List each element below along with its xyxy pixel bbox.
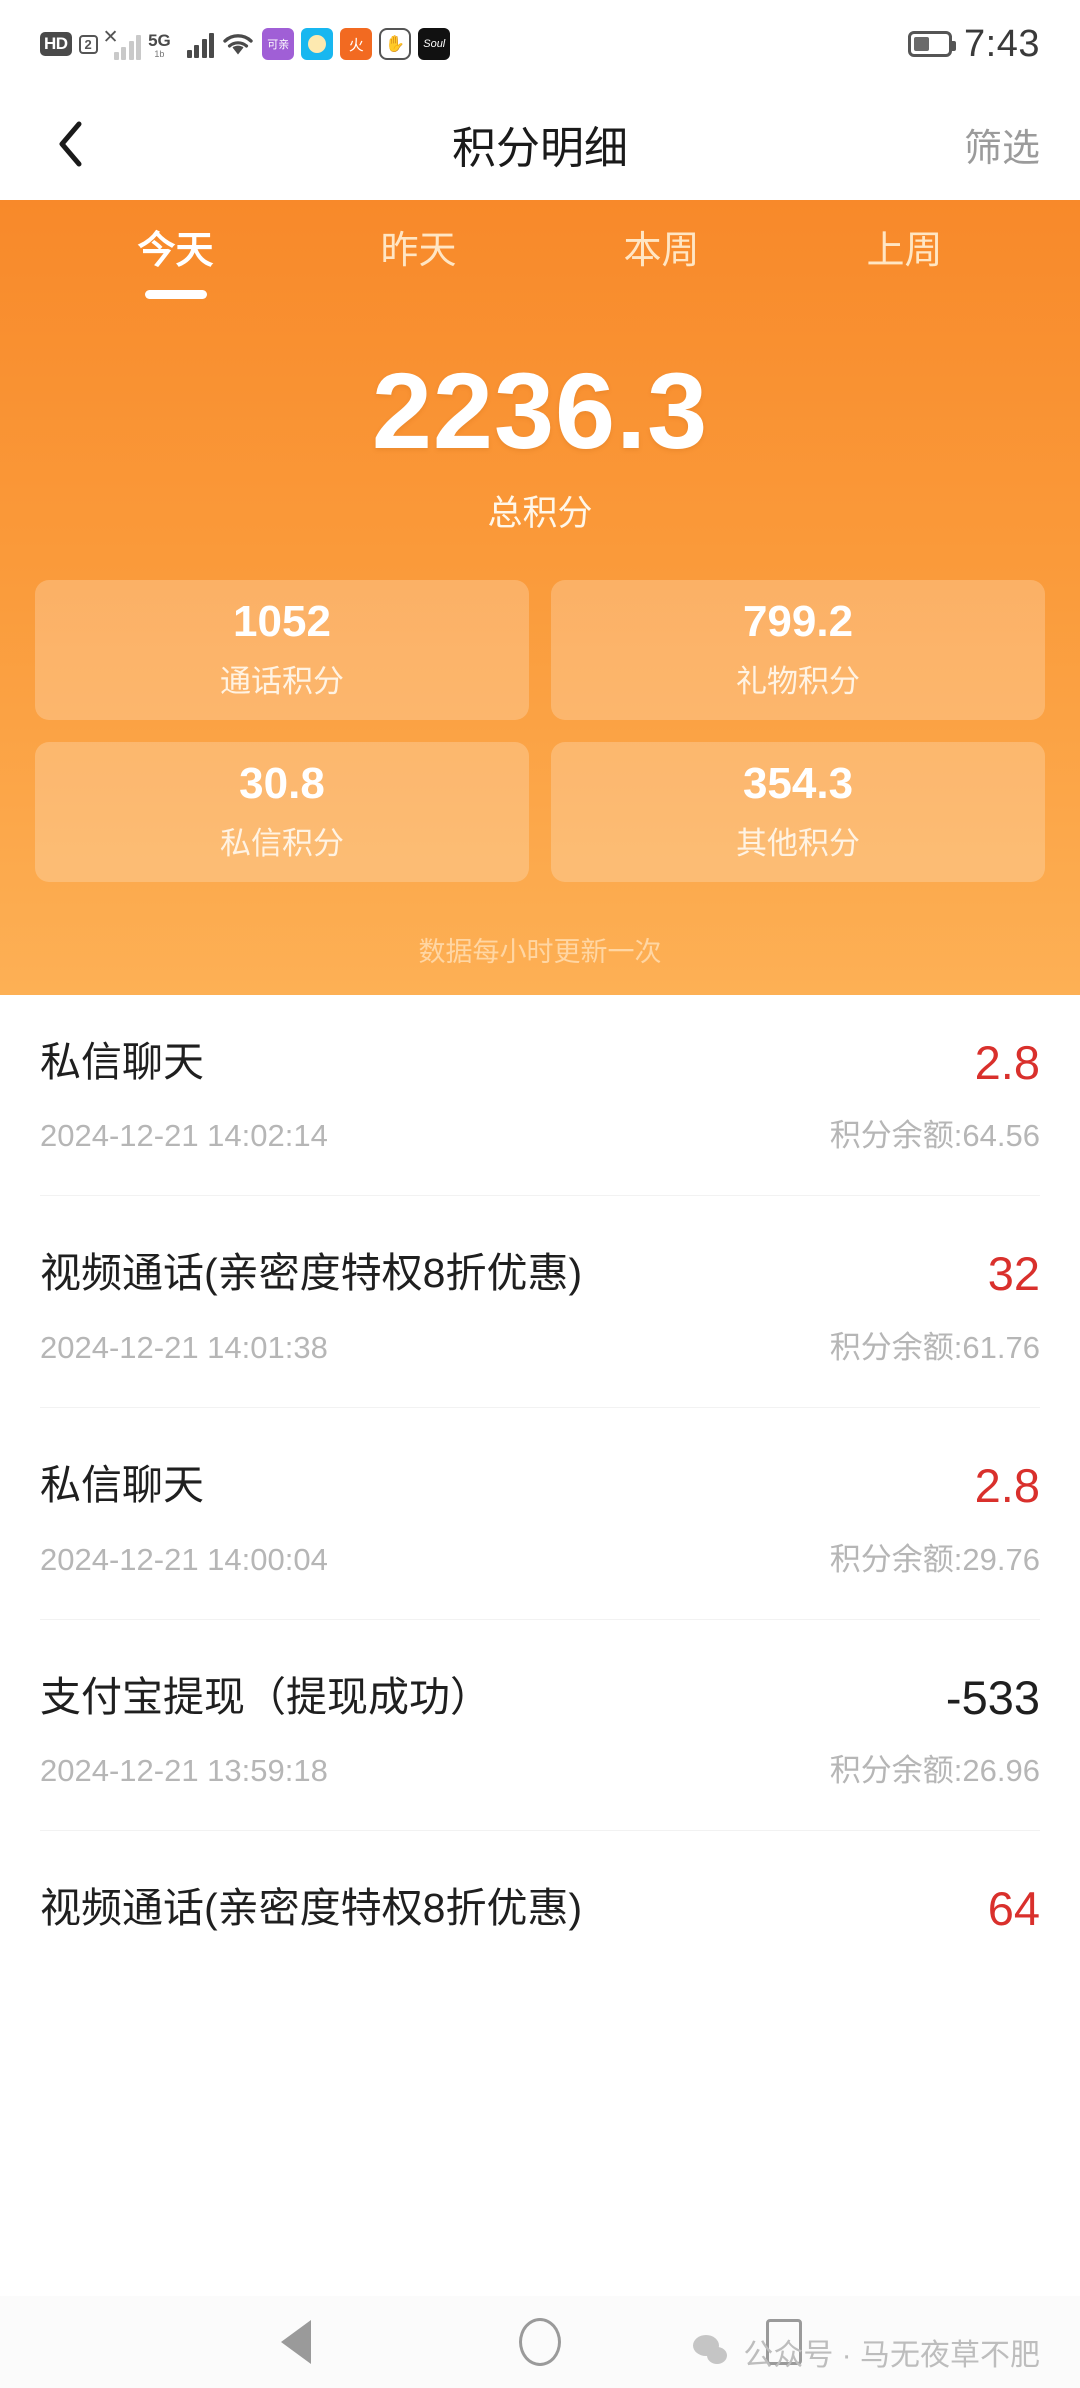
tab-last-week-label: 上周 (866, 230, 943, 272)
update-frequency-note: 数据每小时更新一次 (418, 936, 662, 967)
transaction-time: 2024-12-21 13:59:18 (40, 1753, 328, 1789)
transaction-time: 2024-12-21 14:01:38 (40, 1329, 328, 1365)
tab-today[interactable]: 今天 (116, 228, 236, 305)
stat-card-gift-label: 礼物积分 (736, 664, 860, 700)
tab-today-indicator (144, 289, 207, 299)
sim2-icon: 2 (78, 34, 98, 54)
transaction-list: 私信聊天 2.8 2024-12-21 14:02:14 积分余额:64.56 … (0, 994, 1080, 1945)
points-summary-panel: 今天 昨天 本周 上周 2236.3 总积分 1052 通话积分 799.2 礼… (0, 200, 1080, 995)
stat-card-message[interactable]: 30.8 私信积分 (35, 741, 529, 882)
transaction-amount: 2.8 (974, 1035, 1040, 1089)
hand-app-icon: ✋ (379, 28, 412, 60)
tab-yesterday-indicator (388, 290, 450, 299)
transaction-title: 支付宝提现（提现成功） (40, 1673, 491, 1720)
tab-yesterday-label: 昨天 (380, 230, 457, 272)
transaction-title: 私信聊天 (40, 1038, 204, 1085)
total-points-label: 总积分 (487, 493, 593, 533)
phone-screen: HD 2 ✕ 5G 1b 可亲 火 ✋ Soul 7:43 积分明细 筛选 今天… (0, 0, 1080, 2388)
stat-card-call[interactable]: 1052 通话积分 (35, 579, 529, 720)
total-points-block: 2236.3 总积分 (0, 349, 1080, 536)
period-tabs: 今天 昨天 本周 上周 (0, 228, 1080, 305)
network-5g-icon: 5G 1b (148, 31, 171, 59)
transaction-title: 私信聊天 (40, 1461, 204, 1508)
transaction-amount: 64 (987, 1882, 1040, 1936)
transaction-balance: 积分余额:29.76 (829, 1541, 1040, 1577)
watermark-label: 公众号 · 马无夜草不肥 (743, 2339, 1040, 2372)
triangle-back-icon (281, 2320, 311, 2364)
row-divider (40, 1618, 1040, 1620)
table-row[interactable]: 私信聊天 2.8 2024-12-21 14:02:14 积分余额:64.56 (0, 995, 1080, 1207)
filter-button[interactable]: 筛选 (964, 117, 1040, 172)
total-points-value: 2236.3 (371, 349, 709, 471)
wifi-icon (221, 30, 255, 58)
tab-last-week-indicator (874, 290, 936, 299)
circle-home-icon (519, 2318, 561, 2366)
signal-none-icon: ✕ (102, 27, 142, 60)
blue-app-icon (301, 28, 334, 60)
tab-this-week[interactable]: 本周 (602, 228, 722, 305)
row-divider (40, 1195, 1040, 1197)
stat-card-other[interactable]: 354.3 其他积分 (551, 741, 1045, 882)
chevron-left-icon (59, 121, 82, 167)
transaction-balance: 积分余额:26.96 (829, 1753, 1040, 1789)
back-button[interactable] (40, 114, 100, 174)
row-divider (40, 1406, 1040, 1408)
tab-today-label: 今天 (137, 230, 214, 272)
transaction-time: 2024-12-21 14:00:04 (40, 1541, 328, 1577)
table-row[interactable]: 私信聊天 2.8 2024-12-21 14:00:04 积分余额:29.76 (0, 1418, 1080, 1630)
table-row[interactable]: 视频通话(亲密度特权8折优惠) 32 2024-12-21 14:01:38 积… (0, 1206, 1080, 1418)
transaction-title: 视频通话(亲密度特权8折优惠) (40, 1885, 583, 1932)
tab-last-week[interactable]: 上周 (845, 228, 965, 305)
signal-bars-icon (186, 30, 215, 58)
signal-x-icon: ✕ (102, 27, 119, 48)
clock-label: 7:43 (964, 22, 1040, 65)
status-bar: HD 2 ✕ 5G 1b 可亲 火 ✋ Soul 7:43 (0, 0, 1080, 88)
watermark: 公众号 · 马无夜草不肥 (693, 2330, 1040, 2374)
keqin-app-icon: 可亲 (262, 28, 295, 60)
transaction-balance: 积分余额:61.76 (829, 1329, 1040, 1365)
nav-back-button[interactable] (264, 2310, 328, 2374)
stat-card-call-value: 1052 (233, 596, 331, 646)
transaction-title: 视频通话(亲密度特权8折优惠) (40, 1250, 583, 1297)
transaction-amount: -533 (945, 1670, 1040, 1724)
stat-card-message-label: 私信积分 (220, 826, 344, 862)
row-divider (40, 1830, 1040, 1832)
transaction-amount: 32 (987, 1247, 1040, 1301)
nav-home-button[interactable] (508, 2310, 572, 2374)
transaction-amount: 2.8 (974, 1458, 1040, 1512)
table-row[interactable]: 视频通话(亲密度特权8折优惠) 64 (0, 1841, 1080, 1945)
stat-card-call-label: 通话积分 (220, 664, 344, 700)
orange-flame-app-icon: 火 (340, 28, 373, 60)
soul-app-icon: Soul (418, 28, 451, 60)
status-bar-right: 7:43 (908, 23, 1040, 66)
stat-card-other-value: 354.3 (742, 758, 854, 808)
hd-voice-icon: HD (40, 32, 72, 56)
battery-icon (908, 31, 957, 57)
stat-card-gift[interactable]: 799.2 礼物积分 (551, 579, 1045, 720)
page-title: 积分明细 (452, 124, 628, 173)
wechat-bubble-icon (693, 2335, 733, 2369)
stat-card-gift-value: 799.2 (742, 596, 854, 646)
stat-card-grid: 1052 通话积分 799.2 礼物积分 30.8 私信积分 354.3 其他积… (0, 579, 1080, 882)
page-header: 积分明细 筛选 (0, 88, 1080, 200)
tab-yesterday[interactable]: 昨天 (359, 228, 479, 305)
system-navigation-bar: 公众号 · 马无夜草不肥 (0, 2296, 1080, 2388)
tab-this-week-label: 本周 (623, 230, 700, 272)
status-bar-left: HD 2 ✕ 5G 1b 可亲 火 ✋ Soul (40, 27, 908, 60)
tab-this-week-indicator (631, 290, 693, 299)
stat-card-other-label: 其他积分 (736, 826, 860, 862)
table-row[interactable]: 支付宝提现（提现成功） -533 2024-12-21 13:59:18 积分余… (0, 1630, 1080, 1842)
stat-card-message-value: 30.8 (239, 758, 325, 808)
transaction-balance: 积分余额:64.56 (829, 1118, 1040, 1154)
transaction-time: 2024-12-21 14:02:14 (40, 1118, 328, 1154)
